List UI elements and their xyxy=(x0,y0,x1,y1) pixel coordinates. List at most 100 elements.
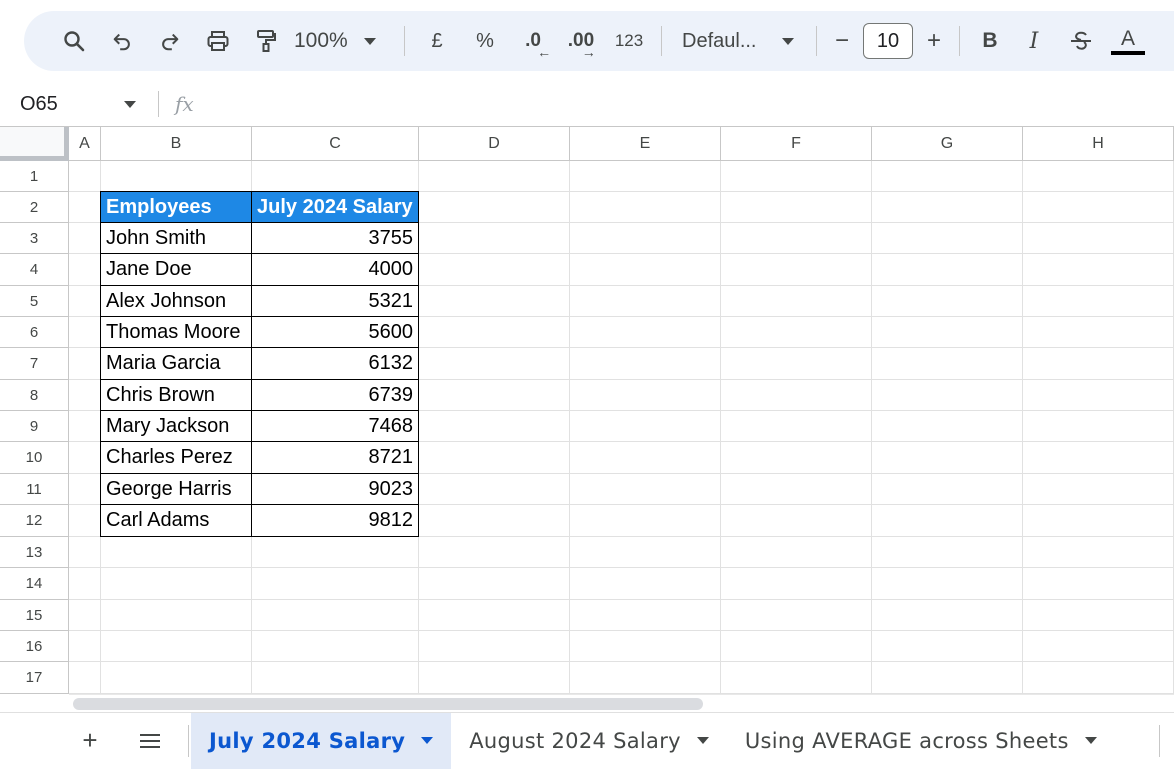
italic-icon: I xyxy=(1029,28,1039,54)
salary-cell[interactable]: 8721 xyxy=(251,441,419,474)
italic-button[interactable]: I xyxy=(1012,21,1056,61)
font-size-input[interactable]: 10 xyxy=(863,23,913,59)
print-button[interactable] xyxy=(194,21,242,61)
salary-cell[interactable]: 6739 xyxy=(251,379,419,411)
salary-cell[interactable]: 7468 xyxy=(251,410,419,442)
gridline xyxy=(69,661,1174,662)
row-header-5[interactable]: 5 xyxy=(0,286,69,317)
column-header-f[interactable]: F xyxy=(721,126,872,161)
row-header-8[interactable]: 8 xyxy=(0,380,69,411)
column-header-c[interactable]: C xyxy=(252,126,419,161)
table-header-cell[interactable]: July 2024 Salary xyxy=(251,191,419,223)
employee-name-cell[interactable]: John Smith xyxy=(100,222,252,254)
row-header-12[interactable]: 12 xyxy=(0,505,69,537)
row-header-2[interactable]: 2 xyxy=(0,192,69,223)
employee-name-cell[interactable]: George Harris xyxy=(100,473,252,505)
row-header-17[interactable]: 17 xyxy=(0,662,69,694)
currency-icon: £ xyxy=(431,29,443,52)
salary-cell[interactable]: 9812 xyxy=(251,504,419,537)
toolbar-area: 100% £ % .0 ← .00 → 123 Defaul... − 10 + xyxy=(0,0,1174,82)
zoom-value: 100% xyxy=(294,29,348,52)
employee-name-cell[interactable]: Chris Brown xyxy=(100,379,252,411)
text-color-swatch xyxy=(1111,50,1145,55)
column-header-b[interactable]: B xyxy=(101,126,252,161)
redo-button[interactable] xyxy=(146,21,194,61)
formula-input[interactable] xyxy=(204,86,1174,122)
name-box[interactable]: O65 xyxy=(0,86,150,122)
more-formats-button[interactable]: 123 xyxy=(605,21,653,61)
format-currency-button[interactable]: £ xyxy=(413,21,461,61)
format-percent-button[interactable]: % xyxy=(461,21,509,61)
employee-name-cell[interactable]: Charles Perez xyxy=(100,441,252,474)
salary-cell[interactable]: 4000 xyxy=(251,253,419,286)
employee-name-cell[interactable]: Thomas Moore xyxy=(100,316,252,348)
sheet-tab-august-2024-salary[interactable]: August 2024 Salary xyxy=(451,713,727,769)
salary-cell[interactable]: 6132 xyxy=(251,347,419,380)
decrease-font-size-button[interactable]: − xyxy=(825,21,859,61)
sheet-tab-july-2024-salary[interactable]: July 2024 Salary xyxy=(191,712,452,769)
toolbar-divider xyxy=(661,26,662,56)
table-header-cell[interactable]: Employees xyxy=(100,191,252,223)
employee-name-cell[interactable]: Mary Jackson xyxy=(100,410,252,442)
employee-name-cell[interactable]: Maria Garcia xyxy=(100,347,252,380)
text-color-button[interactable]: A xyxy=(1106,21,1150,61)
scrollbar-thumb[interactable] xyxy=(73,698,703,710)
increase-decimal-button[interactable]: .00 → xyxy=(557,21,605,61)
column-header-e[interactable]: E xyxy=(570,126,721,161)
zoom-select[interactable]: 100% xyxy=(290,21,396,61)
row-header-11[interactable]: 11 xyxy=(0,474,69,505)
add-sheet-button[interactable]: + xyxy=(66,721,114,761)
plus-icon: + xyxy=(926,27,941,54)
increase-font-size-button[interactable]: + xyxy=(917,21,951,61)
select-all-corner[interactable] xyxy=(0,126,69,161)
row-header-1[interactable]: 1 xyxy=(0,161,69,192)
plus-icon: + xyxy=(82,725,98,755)
cell-reference: O65 xyxy=(20,92,58,115)
row-header-16[interactable]: 16 xyxy=(0,631,69,662)
spreadsheet-grid[interactable]: A B C D E F G H 1 2 3 4 5 6 7 8 9 10 11 12 13 14 15 16 17 Employe… xyxy=(0,126,1174,694)
row-header-6[interactable]: 6 xyxy=(0,317,69,348)
column-header-g[interactable]: G xyxy=(872,126,1023,161)
salary-cell[interactable]: 5600 xyxy=(251,316,419,348)
row-header-10[interactable]: 10 xyxy=(0,442,69,474)
percent-icon: % xyxy=(476,29,494,52)
employee-name-cell[interactable]: Jane Doe xyxy=(100,253,252,286)
column-header-h[interactable]: H xyxy=(1023,126,1174,161)
strikethrough-button[interactable] xyxy=(1056,21,1106,61)
salary-cell[interactable]: 3755 xyxy=(251,222,419,254)
chevron-down-icon[interactable] xyxy=(696,737,709,744)
column-header-a[interactable]: A xyxy=(69,126,101,161)
search-menus-button[interactable] xyxy=(50,21,98,61)
row-header-4[interactable]: 4 xyxy=(0,254,69,286)
paint-format-button[interactable] xyxy=(242,21,290,61)
undo-button[interactable] xyxy=(98,21,146,61)
sheet-tabs-bar: + July 2024 Salary August 2024 Salary Us… xyxy=(0,712,1174,769)
decrease-decimal-button[interactable]: .0 ← xyxy=(509,21,557,61)
horizontal-scrollbar[interactable] xyxy=(69,694,1174,712)
bold-button[interactable]: B xyxy=(968,21,1012,61)
chevron-down-icon[interactable] xyxy=(421,737,434,744)
column-header-d[interactable]: D xyxy=(419,126,570,161)
row-header-14[interactable]: 14 xyxy=(0,568,69,600)
row-header-13[interactable]: 13 xyxy=(0,537,69,568)
employee-name-cell[interactable]: Carl Adams xyxy=(100,504,252,537)
search-icon xyxy=(64,31,85,52)
row-header-9[interactable]: 9 xyxy=(0,411,69,442)
toolbar-divider xyxy=(404,26,405,56)
tabs-divider xyxy=(188,724,189,757)
employee-name-cell[interactable]: Alex Johnson xyxy=(100,285,252,317)
all-sheets-button[interactable] xyxy=(114,721,186,761)
salary-cell[interactable]: 9023 xyxy=(251,473,419,505)
font-select[interactable]: Defaul... xyxy=(670,21,808,61)
row-header-15[interactable]: 15 xyxy=(0,600,69,631)
gridline xyxy=(69,630,1174,631)
row-header-3[interactable]: 3 xyxy=(0,223,69,254)
sheet-tab-using-average-across-sheets[interactable]: Using AVERAGE across Sheets xyxy=(727,713,1115,769)
formula-bar: O65 fx xyxy=(0,82,1174,126)
chevron-down-icon[interactable] xyxy=(1084,737,1097,744)
salary-cell[interactable]: 5321 xyxy=(251,285,419,317)
bold-icon: B xyxy=(982,29,998,52)
row-header-7[interactable]: 7 xyxy=(0,348,69,380)
chevron-down-icon xyxy=(782,37,795,45)
gridline xyxy=(569,161,570,694)
